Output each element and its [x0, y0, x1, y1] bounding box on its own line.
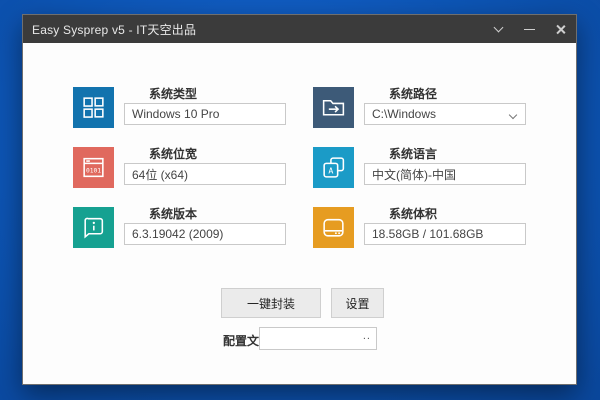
hard-disk-icon [313, 207, 354, 248]
window-controls [483, 15, 576, 43]
system-version-value[interactable]: 6.3.19042 (2009) [124, 223, 286, 245]
field-system-bitness: 0101 系统位宽 64位 (x64) [73, 145, 291, 195]
info-bubble-icon [73, 207, 114, 248]
chevron-down-icon [494, 22, 504, 32]
title-bar[interactable]: Easy Sysprep v5 - IT天空出品 [23, 15, 576, 43]
app-window: Easy Sysprep v5 - IT天空出品 系统类型 Windows 10… [22, 14, 577, 385]
settings-button[interactable]: 设置 [331, 288, 384, 318]
binary-window-icon: 0101 [73, 147, 114, 188]
browse-button[interactable]: .. [363, 330, 371, 342]
system-language-value[interactable]: 中文(简体)-中国 [364, 163, 526, 185]
system-path-select[interactable]: C:\Windows [364, 103, 526, 125]
system-type-label: 系统类型 [149, 85, 197, 102]
dropdown-chevron-icon [509, 111, 517, 119]
desktop-background: Easy Sysprep v5 - IT天空出品 系统类型 Windows 10… [0, 0, 600, 400]
svg-text:0101: 0101 [86, 167, 101, 174]
language-cards-icon: A [313, 147, 354, 188]
config-file-field: .. [259, 327, 377, 350]
system-bitness-value[interactable]: 64位 (x64) [124, 163, 286, 185]
menu-button[interactable] [483, 15, 514, 43]
folder-arrow-icon [313, 87, 354, 128]
minimize-icon [524, 29, 535, 30]
config-file-input[interactable] [260, 328, 376, 349]
system-volume-value[interactable]: 18.58GB / 101.68GB [364, 223, 526, 245]
apps-grid-icon [73, 87, 114, 128]
system-language-label: 系统语言 [389, 145, 437, 162]
minimize-button[interactable] [514, 15, 545, 43]
field-system-volume: 系统体积 18.58GB / 101.68GB [313, 205, 531, 255]
svg-text:A: A [328, 165, 333, 175]
close-button[interactable] [545, 15, 576, 43]
system-volume-label: 系统体积 [389, 205, 437, 222]
field-system-path: 系统路径 C:\Windows [313, 85, 531, 135]
field-system-type: 系统类型 Windows 10 Pro [73, 85, 291, 135]
system-type-value[interactable]: Windows 10 Pro [124, 103, 286, 125]
system-path-label: 系统路径 [389, 85, 437, 102]
field-system-version: 系统版本 6.3.19042 (2009) [73, 205, 291, 255]
close-icon [555, 24, 566, 35]
window-title: Easy Sysprep v5 - IT天空出品 [23, 21, 196, 38]
field-system-language: A 系统语言 中文(简体)-中国 [313, 145, 531, 195]
system-bitness-label: 系统位宽 [149, 145, 197, 162]
one-click-package-button[interactable]: 一键封装 [221, 288, 321, 318]
system-version-label: 系统版本 [149, 205, 197, 222]
